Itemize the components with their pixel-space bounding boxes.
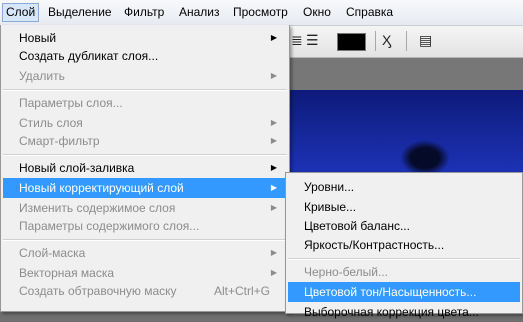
- submenu-item-levels[interactable]: Уровни...: [288, 177, 520, 197]
- layer-menu: Новый ▶ Создать дубликат слоя... Удалить…: [0, 25, 290, 312]
- menu-item-layer-style[interactable]: Стиль слоя ▶: [3, 113, 287, 133]
- menu-item-layer-content-options[interactable]: Параметры содержимого слоя...: [3, 216, 287, 236]
- submenu-item-selective-color[interactable]: Выборочная коррекция цвета...: [288, 302, 520, 322]
- menu-item-label: Удалить: [19, 69, 65, 83]
- menu-separator: [3, 154, 287, 156]
- menu-item-label: Слой-маска: [19, 246, 86, 260]
- menu-separator: [3, 239, 287, 241]
- silhouette-image: [400, 140, 450, 176]
- menu-item-label: Параметры слоя...: [19, 96, 123, 110]
- menu-item-label: Параметры содержимого слоя...: [19, 219, 200, 233]
- menu-bar: Слой Выделение Фильтр Анализ Просмотр Ок…: [0, 0, 523, 26]
- menu-window[interactable]: Окно: [300, 4, 334, 21]
- submenu-item-hue-saturation[interactable]: Цветовой тон/Насыщенность...: [288, 282, 520, 302]
- submenu-arrow-icon: ▶: [270, 136, 277, 145]
- submenu-arrow-icon: ▶: [270, 268, 277, 277]
- menu-item-label: Кривые...: [304, 200, 357, 214]
- options-bar: ≣ ☰ Ӽ ▤: [289, 26, 523, 58]
- menu-item-layer-mask[interactable]: Слой-маска ▶: [3, 243, 287, 263]
- submenu-item-brightness-contrast[interactable]: Яркость/Контрастность...: [288, 235, 520, 255]
- menu-item-label: Изменить содержимое слоя: [19, 201, 176, 215]
- submenu-arrow-icon: ▶: [270, 71, 277, 80]
- menu-layer[interactable]: Слой: [2, 3, 40, 22]
- align-center-icon[interactable]: ≣: [291, 32, 303, 49]
- menu-item-create-clipping-mask[interactable]: Создать обтравочную маску Alt+Ctrl+G: [3, 281, 287, 301]
- menu-item-vector-mask[interactable]: Векторная маска ▶: [3, 263, 287, 283]
- menu-item-label: Черно-белый...: [304, 265, 388, 279]
- submenu-item-color-balance[interactable]: Цветовой баланс...: [288, 216, 520, 236]
- palettes-icon[interactable]: ▤: [419, 32, 432, 49]
- shortcut-label: Alt+Ctrl+G: [213, 284, 270, 298]
- text-color-swatch[interactable]: [337, 33, 366, 51]
- align-right-icon[interactable]: ☰: [306, 32, 319, 49]
- menu-item-label: Цветовой баланс...: [304, 219, 410, 233]
- menu-item-label: Создать обтравочную маску: [19, 284, 177, 298]
- submenu-arrow-icon: ▶: [270, 203, 277, 212]
- menu-item-label: Яркость/Контрастность...: [304, 238, 445, 252]
- menu-select[interactable]: Выделение: [45, 4, 115, 21]
- menu-separator: [288, 258, 520, 260]
- menu-item-smart-filter[interactable]: Смарт-фильтр ▶: [3, 131, 287, 151]
- menu-item-label: Цветовой тон/Насыщенность...: [304, 285, 477, 299]
- submenu-arrow-icon: ▶: [270, 118, 277, 127]
- menu-item-label: Векторная маска: [19, 266, 115, 280]
- warp-text-icon[interactable]: Ӽ: [382, 32, 391, 48]
- menu-item-label: Смарт-фильтр: [19, 134, 100, 148]
- menu-item-label: Уровни...: [304, 180, 355, 194]
- menu-item-label: Выборочная коррекция цвета...: [304, 305, 479, 319]
- adjustment-layer-submenu: Уровни... Кривые... Цветовой баланс... Я…: [285, 172, 523, 319]
- submenu-item-curves[interactable]: Кривые...: [288, 197, 520, 217]
- toolbar-separator: [406, 31, 407, 51]
- menu-item-duplicate-layer[interactable]: Создать дубликат слоя...: [3, 46, 287, 66]
- submenu-arrow-icon: ▶: [270, 248, 277, 257]
- toolbar-separator: [375, 31, 376, 51]
- submenu-arrow-icon: ▶: [270, 163, 277, 172]
- menu-item-delete[interactable]: Удалить ▶: [3, 66, 287, 86]
- menu-item-label: Новый корректирующий слой: [19, 181, 184, 195]
- menu-analysis[interactable]: Анализ: [176, 4, 223, 21]
- menu-item-new-adjustment-layer[interactable]: Новый корректирующий слой ▶: [3, 178, 287, 198]
- menu-filter[interactable]: Фильтр: [121, 4, 167, 21]
- menu-view[interactable]: Просмотр: [230, 4, 291, 21]
- submenu-arrow-icon: ▶: [270, 33, 277, 42]
- menu-item-new-fill-layer[interactable]: Новый слой-заливка ▶: [3, 158, 287, 178]
- menu-separator: [3, 89, 287, 91]
- menu-help[interactable]: Справка: [343, 4, 396, 21]
- submenu-arrow-icon: ▶: [270, 183, 277, 192]
- submenu-item-black-white[interactable]: Черно-белый...: [288, 262, 520, 282]
- menu-item-layer-properties[interactable]: Параметры слоя...: [3, 93, 287, 113]
- menu-item-label: Новый слой-заливка: [19, 161, 135, 175]
- menu-item-label: Новый: [19, 31, 57, 45]
- menu-item-label: Стиль слоя: [19, 116, 83, 130]
- menu-item-change-layer-content[interactable]: Изменить содержимое слоя ▶: [3, 198, 287, 218]
- menu-item-label: Создать дубликат слоя...: [19, 49, 159, 63]
- menu-item-new[interactable]: Новый ▶: [3, 28, 287, 48]
